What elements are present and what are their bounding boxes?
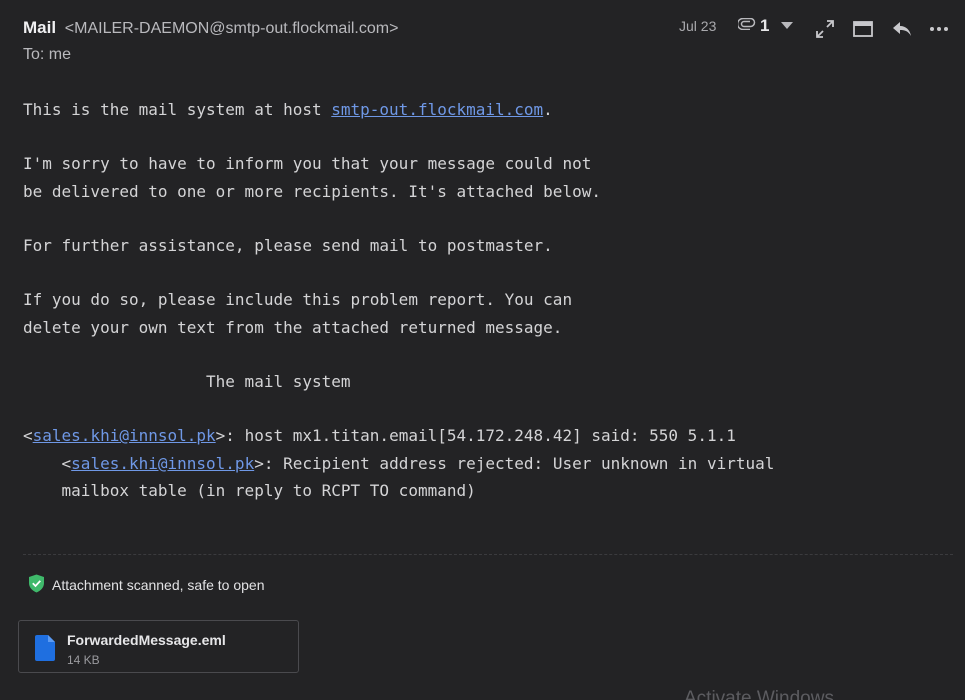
sender-line: Mail <MAILER-DAEMON@smtp-out.flockmail.c… (23, 18, 398, 38)
shield-check-icon (28, 574, 45, 596)
message-body: This is the mail system at host smtp-out… (23, 96, 943, 504)
scan-status-label: Attachment scanned, safe to open (52, 577, 265, 593)
body-line: delete your own text from the attached r… (23, 317, 563, 337)
attachment-file-size: 14 KB (67, 653, 100, 667)
activate-windows-watermark: Activate Windows (684, 688, 834, 700)
attachment-file-name: ForwardedMessage.eml (67, 632, 226, 648)
recipient-email-link[interactable]: sales.khi@innsol.pk (71, 454, 254, 473)
attachment-count-button[interactable]: 1 (736, 16, 794, 36)
body-line: For further assistance, please send mail… (23, 235, 553, 255)
divider (23, 554, 953, 555)
attachment-count: 1 (760, 16, 770, 35)
body-line: mailbox table (in reply to RCPT TO comma… (23, 480, 476, 500)
more-horizontal-icon[interactable] (927, 17, 951, 41)
file-icon (35, 635, 55, 666)
recipient-line: To: me (23, 46, 72, 63)
mail-view: Mail <MAILER-DAEMON@smtp-out.flockmail.c… (0, 0, 965, 700)
body-line: If you do so, please include this proble… (23, 290, 573, 310)
body-line: <sales.khi@innsol.pk>: host mx1.titan.em… (23, 426, 736, 446)
body-line: I'm sorry to have to inform you that you… (23, 154, 592, 174)
body-line: be delivered to one or more recipients. … (23, 181, 601, 201)
recipient-email-link[interactable]: sales.khi@innsol.pk (33, 426, 216, 445)
scan-status: Attachment scanned, safe to open (28, 574, 264, 596)
body-signature: The mail system (23, 371, 351, 391)
host-link[interactable]: smtp-out.flockmail.com (331, 100, 543, 119)
body-line: <sales.khi@innsol.pk>: Recipient address… (23, 453, 775, 473)
paperclip-icon (736, 17, 756, 35)
message-date: Jul 23 (679, 18, 717, 34)
attachment-card[interactable]: ForwardedMessage.eml 14 KB (18, 620, 299, 673)
expand-icon[interactable] (813, 17, 837, 41)
reply-icon[interactable] (890, 17, 914, 41)
sender-name[interactable]: Mail (23, 18, 56, 37)
body-line: This is the mail system at host smtp-out… (23, 100, 553, 119)
chevron-down-icon[interactable] (781, 17, 794, 35)
window-icon[interactable] (851, 17, 875, 41)
sender-address[interactable]: <MAILER-DAEMON@smtp-out.flockmail.com> (65, 20, 399, 37)
